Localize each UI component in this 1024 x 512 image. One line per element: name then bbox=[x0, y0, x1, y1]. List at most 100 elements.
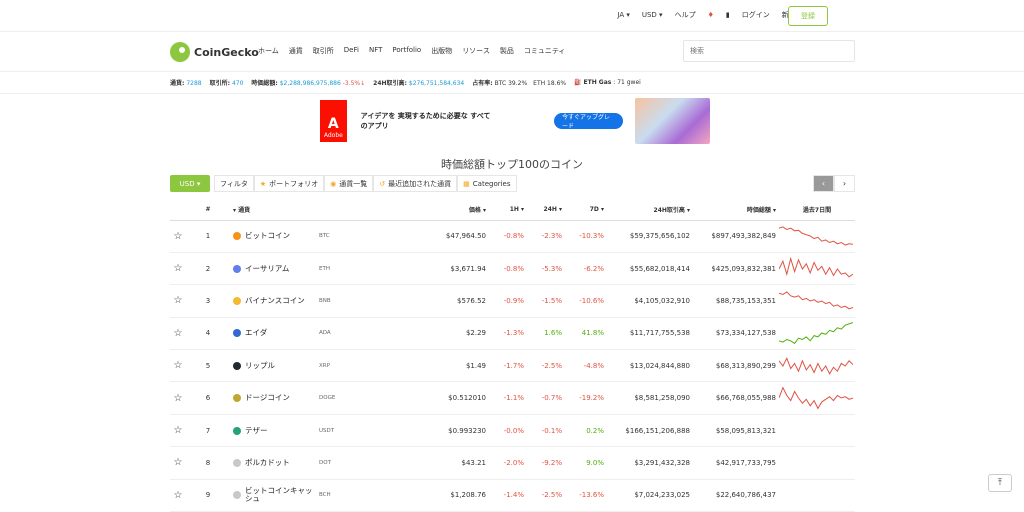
coin-cell[interactable]: ビットコイン BTC bbox=[230, 220, 412, 253]
h1-change-cell: -1.1% bbox=[489, 381, 527, 415]
nav-item-nft[interactable]: NFT bbox=[369, 46, 382, 56]
next-page-button[interactable]: › bbox=[834, 175, 855, 192]
ad-cta-button[interactable]: 今すぐアップグレード bbox=[554, 113, 624, 130]
mcap-cell: $66,768,055,988 bbox=[693, 381, 779, 415]
coin-symbol: BCH bbox=[319, 492, 331, 499]
favorite-star-icon[interactable]: ☆ bbox=[170, 479, 186, 512]
table-row[interactable]: ☆ 8 ポルカドット DOT $43.21 -2.0% -9.2% 9.0% $3,291,43… bbox=[170, 446, 855, 480]
logo[interactable]: CoinGecko bbox=[170, 42, 259, 62]
currency-select[interactable]: USD ▾ bbox=[642, 11, 663, 19]
recently-added-button[interactable]: ↺ 最近追加された通貨 bbox=[373, 175, 458, 192]
h1-header[interactable]: 1H ▾ bbox=[489, 200, 527, 221]
sparkline-line bbox=[779, 386, 853, 410]
table-row[interactable]: ☆ 4 エイダ ADA $2.29 -1.3% 1.6% 41.8% $11,717,755,5… bbox=[170, 317, 855, 351]
coin-cell[interactable]: バイナンスコイン BNB bbox=[230, 284, 412, 318]
d7-change-cell: -13.6% bbox=[565, 479, 607, 512]
nav-item-resources[interactable]: リソース bbox=[462, 46, 490, 56]
stat-exchanges: 取引所: 470 bbox=[209, 80, 244, 87]
coin-cell[interactable]: ポルカドット DOT bbox=[230, 446, 412, 480]
favorite-star-icon[interactable]: ☆ bbox=[170, 317, 186, 351]
candy-icon[interactable]: ♦ bbox=[708, 11, 714, 19]
favorite-star-icon[interactable]: ☆ bbox=[170, 446, 186, 480]
coin-cell[interactable]: ビットコインキャッシュ BCH bbox=[230, 479, 412, 512]
price-cell: $576.52 bbox=[411, 284, 489, 318]
coin-icon: ◉ bbox=[330, 179, 337, 188]
coin-name[interactable]: リップル bbox=[245, 361, 315, 370]
table-row[interactable]: ☆ 7 テザー USDT $0.993230 -0.0% -0.1% 0.2% $166,151… bbox=[170, 414, 855, 448]
sparkline-chart bbox=[779, 226, 853, 246]
mcap-cell: $425,093,832,381 bbox=[693, 252, 779, 286]
nav-item-home[interactable]: ホーム bbox=[258, 46, 279, 56]
scroll-top-button[interactable]: ⤒ bbox=[988, 474, 1012, 492]
prev-page-button[interactable]: ‹ bbox=[813, 175, 834, 192]
favorite-star-icon[interactable]: ☆ bbox=[170, 220, 186, 253]
nav-item-portfolio[interactable]: Portfolio bbox=[392, 46, 421, 56]
h1-change-cell: -0.0% bbox=[489, 414, 527, 448]
favorite-star-icon[interactable]: ☆ bbox=[170, 252, 186, 286]
mcap-header[interactable]: 時価総額 ▾ bbox=[693, 200, 779, 221]
advertisement-banner[interactable]: A Adobe アイデアを 実現するために必要な すべてのアプリ 今すぐアップグ… bbox=[320, 97, 710, 145]
mcap-cell: $22,640,786,437 bbox=[693, 479, 779, 512]
h24-change-cell: -0.1% bbox=[527, 414, 565, 448]
table-row[interactable]: ☆ 6 ドージコイン DOGE $0.512010 -1.1% -0.7% -19.2% $8,… bbox=[170, 381, 855, 415]
help-link[interactable]: ヘルプ bbox=[675, 10, 696, 20]
coin-cell[interactable]: テザー USDT bbox=[230, 414, 412, 448]
stat-gas: ⛽ ETH Gas : 71 gwei bbox=[574, 79, 641, 86]
coin-cell[interactable]: エイダ ADA bbox=[230, 317, 412, 351]
d7-change-cell: 9.0% bbox=[565, 446, 607, 480]
coin-name[interactable]: ドージコイン bbox=[245, 394, 315, 402]
coin-cell[interactable]: リップル XRP bbox=[230, 349, 412, 383]
categories-button[interactable]: ▦ Categories bbox=[457, 175, 517, 192]
table-row[interactable]: ☆ 9 ビットコインキャッシュ BCH $1,208.76 -1.4% -2.5% -13.6… bbox=[170, 479, 855, 512]
bookmark-icon[interactable]: ▮ bbox=[726, 11, 730, 19]
nav-item-defi[interactable]: DeFi bbox=[344, 46, 359, 56]
coin-name[interactable]: エイダ bbox=[245, 329, 315, 337]
coin-name[interactable]: テザー bbox=[245, 426, 315, 435]
coin-symbol: XRP bbox=[319, 362, 330, 369]
coin-list-button[interactable]: ◉ 通貨一覧 bbox=[324, 175, 374, 192]
login-link[interactable]: ログイン bbox=[742, 10, 770, 20]
table-row[interactable]: ☆ 1 ビットコイン BTC $47,964.50 -0.8% -2.3% -10.3% $59… bbox=[170, 220, 855, 253]
volume-header[interactable]: 24H取引高 ▾ bbox=[607, 200, 693, 221]
coin-header[interactable]: ▾ 通貨 bbox=[230, 200, 412, 221]
favorite-star-icon[interactable]: ☆ bbox=[170, 381, 186, 415]
coin-name[interactable]: バイナンスコイン bbox=[245, 296, 315, 305]
favorite-star-icon[interactable]: ☆ bbox=[170, 414, 186, 448]
coin-logo-icon bbox=[233, 426, 241, 435]
table-row[interactable]: ☆ 2 イーサリアム ETH $3,671.94 -0.8% -5.3% -6.2% $55,6… bbox=[170, 252, 855, 286]
price-cell: $0.993230 bbox=[411, 414, 489, 448]
portfolio-button[interactable]: ★ ポートフォリオ bbox=[253, 175, 325, 192]
favorite-star-icon[interactable]: ☆ bbox=[170, 284, 186, 318]
nav-item-products[interactable]: 製品 bbox=[500, 46, 514, 56]
table-row[interactable]: ☆ 3 バイナンスコイン BNB $576.52 -0.9% -1.5% -10.6% $4,1… bbox=[170, 284, 855, 318]
h24-header[interactable]: 24H ▾ bbox=[527, 200, 565, 221]
currency-dropdown-button[interactable]: USD ▾ bbox=[170, 175, 210, 192]
nav-item-publications[interactable]: 出版物 bbox=[431, 46, 452, 56]
favorite-star-icon[interactable]: ☆ bbox=[170, 349, 186, 383]
table-row[interactable]: ☆ 5 リップル XRP $1.49 -1.7% -2.5% -4.8% $13,024,844… bbox=[170, 349, 855, 383]
coin-name[interactable]: ビットコインキャッシュ bbox=[245, 487, 315, 503]
nav-item-community[interactable]: コミュニティ bbox=[524, 46, 566, 56]
coin-name[interactable]: ビットコイン bbox=[245, 232, 315, 240]
nav-item-coins[interactable]: 通貨 bbox=[289, 46, 303, 56]
signup-button[interactable]: 登録 bbox=[788, 6, 828, 26]
sparkline-chart bbox=[779, 256, 853, 278]
h1-change-cell: -1.7% bbox=[489, 349, 527, 383]
search-input[interactable] bbox=[683, 40, 855, 62]
rank-header[interactable]: # bbox=[186, 200, 230, 221]
d7-change-cell: -4.8% bbox=[565, 349, 607, 383]
table-header-row: # ▾ 通貨 価格 ▾ 1H ▾ 24H ▾ 7D ▾ 24H取引高 ▾ 時価総… bbox=[170, 200, 855, 221]
d7-change-cell: -19.2% bbox=[565, 381, 607, 415]
language-select[interactable]: JA ▾ bbox=[617, 11, 629, 19]
coin-name[interactable]: ポルカドット bbox=[245, 458, 315, 467]
price-header[interactable]: 価格 ▾ bbox=[411, 200, 489, 221]
page-title: 時価総額トップ100のコイン bbox=[441, 158, 583, 171]
coin-name[interactable]: イーサリアム bbox=[245, 264, 315, 273]
h24-change-cell: -1.5% bbox=[527, 284, 565, 318]
d7-header[interactable]: 7D ▾ bbox=[565, 200, 607, 221]
filter-button[interactable]: フィルタ bbox=[214, 175, 254, 192]
nav-item-exchanges[interactable]: 取引所 bbox=[313, 46, 334, 56]
coin-cell[interactable]: ドージコイン DOGE bbox=[230, 381, 412, 415]
volume-cell: $4,105,032,910 bbox=[607, 284, 693, 318]
coin-cell[interactable]: イーサリアム ETH bbox=[230, 252, 412, 286]
